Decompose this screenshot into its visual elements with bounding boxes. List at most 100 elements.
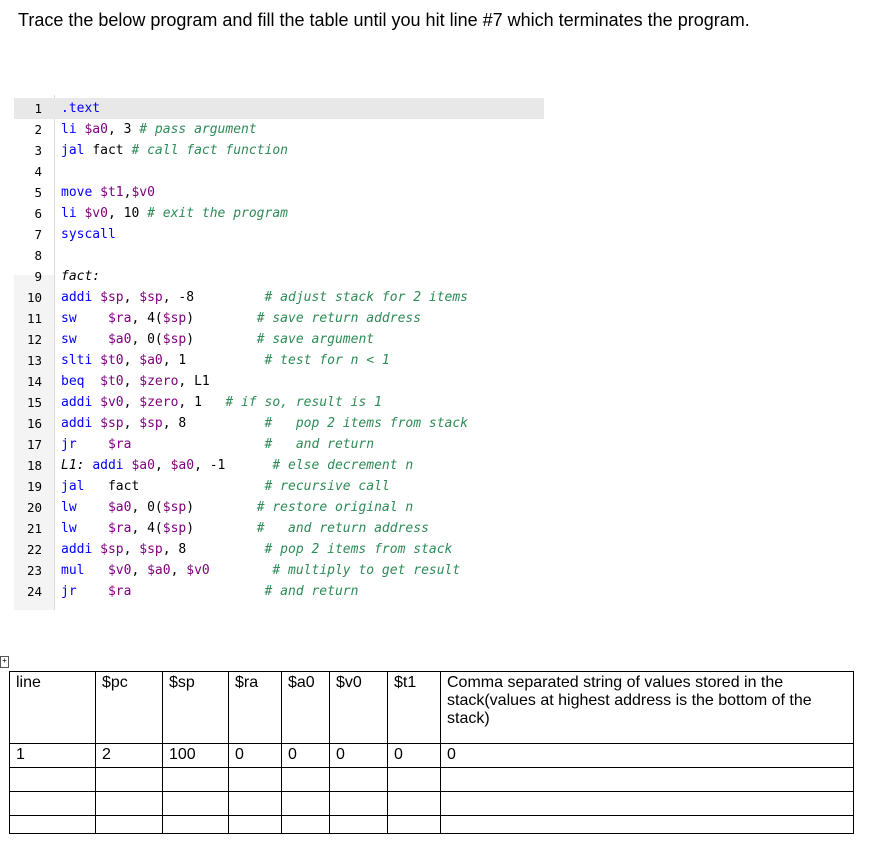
code-token: , 0( [131,500,163,515]
code-token: , -8 [162,290,265,305]
table-cell[interactable]: 0 [329,743,388,768]
code-token: , [154,458,171,473]
code-line[interactable]: 13 slti $t0, $a0, 1 # test for n < 1 [14,350,544,371]
table-cell[interactable]: 1 [9,743,96,768]
code-token: $sp [100,416,124,431]
table-cell[interactable] [162,815,229,834]
table-cell[interactable] [9,791,96,816]
code-token: $a0 [107,332,132,347]
code-token: $a0 [131,458,155,473]
code-text: sw $ra, 4($sp) # save return address [61,308,421,329]
table-cell[interactable]: 0 [387,743,441,768]
table-cell[interactable] [95,791,163,816]
trace-table: line $pc $sp $ra $a0 $v0 $t1 Comma separated st… [9,671,854,834]
code-token: , 4( [131,521,163,536]
code-text: jr $ra # and return [61,434,374,455]
code-text: jal fact # call fact function [61,140,288,161]
table-cell[interactable] [95,815,163,834]
code-line[interactable]: 24 jr $ra # and return [14,581,544,602]
code-line[interactable]: 4 [14,161,544,182]
table-cell[interactable] [387,791,441,816]
code-token: $sp [100,542,124,557]
code-text: fact: [61,266,100,287]
code-line[interactable]: 16 addi $sp, $sp, 8 # pop 2 items from st… [14,413,544,434]
table-cell[interactable] [228,767,282,792]
code-line[interactable]: 14 beq $t0, $zero, L1 [14,371,544,392]
code-line[interactable]: 12 sw $a0, 0($sp) # save argument [14,329,544,350]
code-token: , -1 [194,458,273,473]
table-cell[interactable] [162,791,229,816]
code-token: li [61,122,85,137]
table-cell[interactable] [329,815,388,834]
table-cell[interactable] [162,767,229,792]
code-line[interactable]: 19 jal fact # recursive call [14,476,544,497]
code-token: # if so, result is 1 [225,395,382,410]
table-cell[interactable]: 0 [228,743,282,768]
table-cell[interactable] [440,767,854,792]
code-token: , [131,563,148,578]
code-line[interactable]: 2 li $a0, 3 # pass argument [14,119,544,140]
table-cell[interactable] [228,791,282,816]
code-token: # restore original n [256,500,414,515]
table-cell[interactable] [329,791,388,816]
code-token: , 4( [131,311,163,326]
code-token: , L1 [178,374,210,389]
code-line[interactable]: 23 mul $v0, $a0, $v0 # multiply to get re… [14,560,544,581]
code-line[interactable]: 5 move $t1,$v0 [14,182,544,203]
code-text: jr $ra # and return [61,581,358,602]
code-line[interactable]: 20 lw $a0, 0($sp) # restore original n [14,497,544,518]
code-token: slti [61,353,101,368]
code-line[interactable]: 15 addi $v0, $zero, 1 # if so, result is … [14,392,544,413]
table-cell[interactable] [9,767,96,792]
table-cell[interactable]: 0 [440,743,854,768]
code-line[interactable]: 1 .text [14,98,544,119]
code-line[interactable]: 7 syscall [14,224,544,245]
code-line[interactable]: 11 sw $ra, 4($sp) # save return address [14,308,544,329]
code-token: , 0( [131,332,163,347]
code-line[interactable]: 21 lw $ra, 4($sp) # and return address [14,518,544,539]
table-move-handle-icon[interactable]: + [0,656,9,668]
table-cell[interactable] [440,791,854,816]
code-token: fact [107,479,140,494]
line-number: 9 [34,269,42,284]
line-number: 6 [34,206,42,221]
table-cell[interactable] [281,815,330,834]
table-cell[interactable] [329,767,388,792]
code-token: # else decrement n [272,458,414,473]
code-line[interactable]: 22 addi $sp, $sp, 8 # pop 2 items from st… [14,539,544,560]
code-token: , [123,353,140,368]
code-token: addi [92,458,132,473]
code-token: # save argument [256,332,375,347]
line-number: 19 [26,479,42,494]
line-number: 22 [26,542,42,557]
code-line[interactable]: 6 li $v0, 10 # exit the program [14,203,544,224]
table-cell[interactable] [281,791,330,816]
table-cell[interactable] [95,767,163,792]
table-cell[interactable] [387,767,441,792]
table-cell[interactable] [281,767,330,792]
code-token: # recursive call [264,479,390,494]
code-editor[interactable]: 1 .text 2 li $a0, 3 # pass argument 3 jal fac… [14,95,544,610]
code-line[interactable]: 9 fact: [14,266,544,287]
table-cell[interactable]: 100 [162,743,229,768]
code-text: sw $a0, 0($sp) # save argument [61,329,374,350]
code-line[interactable]: 17 jr $ra # and return [14,434,544,455]
code-token: $sp [162,332,187,347]
code-token: ) [186,332,257,347]
table-cell[interactable] [387,815,441,834]
code-token: # adjust stack for 2 items [264,290,469,305]
line-number: 17 [26,437,42,452]
table-cell[interactable]: 0 [281,743,330,768]
table-cell[interactable]: 2 [95,743,163,768]
table-cell[interactable] [440,815,854,834]
table-cell[interactable] [228,815,282,834]
code-token: jal [61,143,93,158]
code-line[interactable]: 8 [14,245,544,266]
code-token: # and return address [256,521,429,536]
code-line[interactable]: 18 L1: addi $a0, $a0, -1 # else decrement… [14,455,544,476]
code-line[interactable]: 3 jal fact # call fact function [14,140,544,161]
code-text: addi $v0, $zero, 1 # if so, result is 1 [61,392,382,413]
table-cell[interactable] [9,815,96,834]
code-line[interactable]: 10 addi $sp, $sp, -8 # adjust stack for 2… [14,287,544,308]
code-token: addi [61,416,101,431]
